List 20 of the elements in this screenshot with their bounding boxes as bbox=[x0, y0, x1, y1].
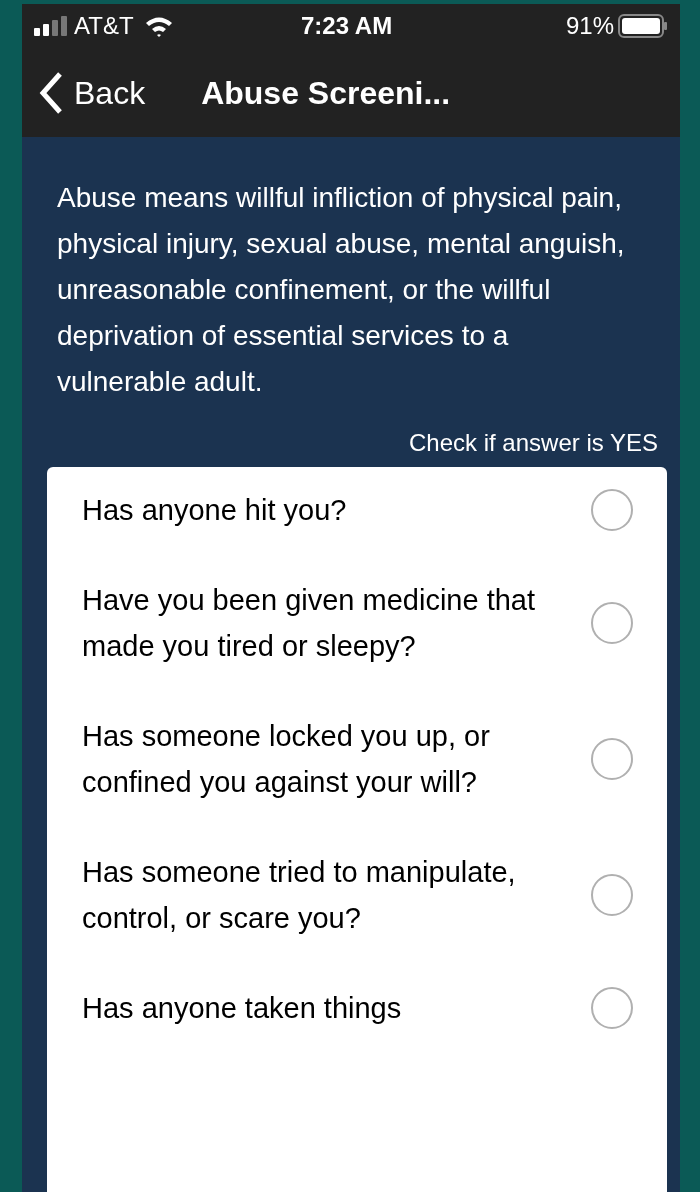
question-text: Has anyone hit you? bbox=[82, 493, 348, 528]
screen-title: Abuse Screeni... bbox=[201, 73, 451, 113]
answer-checkbox[interactable] bbox=[591, 602, 633, 644]
question-text: Has someone locked you up, or confined you against your will? bbox=[82, 719, 491, 800]
signal-icon bbox=[34, 16, 70, 36]
question-text: Has anyone taken things bbox=[82, 991, 403, 1026]
carrier-name: AT&T bbox=[74, 11, 134, 41]
battery-percent: 91% bbox=[565, 11, 614, 41]
battery-icon bbox=[618, 14, 668, 38]
answer-checkbox[interactable] bbox=[591, 738, 633, 780]
hint-text: Check if answer is YES bbox=[409, 428, 658, 458]
answer-checkbox[interactable] bbox=[591, 874, 633, 916]
question-text: Have you been given medicine that made you tired or sleepy? bbox=[82, 583, 536, 664]
question-text: Has someone tried to manipulate, control, or scare you? bbox=[82, 855, 517, 936]
answer-checkbox[interactable] bbox=[591, 489, 633, 531]
chevron-left-icon bbox=[38, 70, 64, 115]
intro-text: Abuse means willful infliction of physical pain, physical injury, sexual abuse, mental anguish, unreasonable confinement, or the willful deprivation of essential services to a vulnerable adult. bbox=[56, 181, 626, 399]
status-time: 7:23 AM bbox=[301, 11, 393, 41]
answer-checkbox[interactable] bbox=[591, 987, 633, 1029]
back-button[interactable]: Back bbox=[38, 68, 146, 117]
